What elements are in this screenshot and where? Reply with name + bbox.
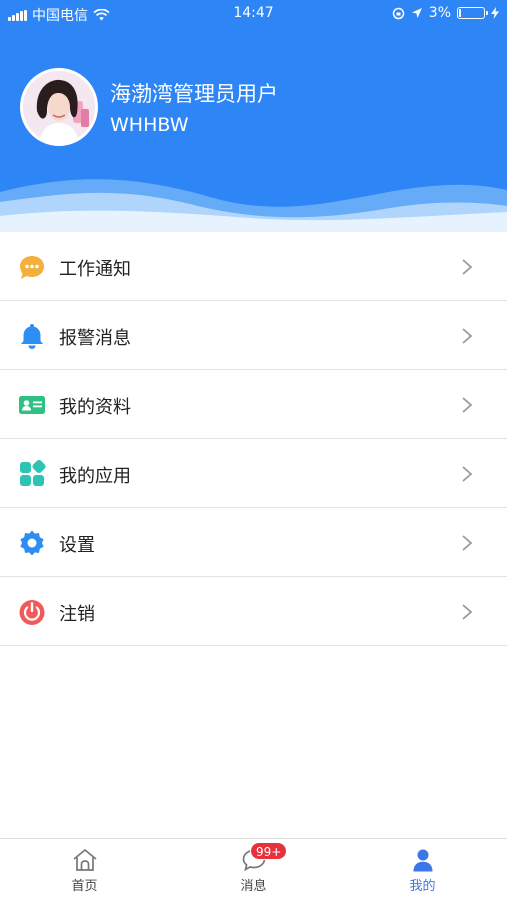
chat-bubble-icon: [20, 256, 44, 279]
bottom-tab-bar: 首页 99+ 消息 我的: [0, 838, 507, 900]
menu-item-label: 报警消息: [59, 328, 131, 349]
avatar[interactable]: [20, 68, 98, 146]
person-icon: [413, 849, 433, 872]
avatar-image: [23, 71, 95, 143]
menu-item-my-apps[interactable]: 我的应用: [0, 439, 507, 508]
chevron-right-icon: [462, 466, 473, 482]
menu-item-label: 我的资料: [59, 397, 131, 418]
menu-item-label: 设置: [59, 535, 95, 556]
tab-mine[interactable]: 我的: [338, 839, 507, 900]
profile-header: 中国电信 14:47 3% 海渤湾管理员用户 WHHBW: [0, 0, 507, 232]
charging-bolt-icon: [491, 7, 499, 19]
battery-percent: 3%: [428, 5, 451, 21]
tab-messages[interactable]: 99+ 消息: [169, 839, 338, 900]
menu-list: 工作通知 报警消息 我的资料 我的应用 设置 注销: [0, 232, 507, 646]
user-name: 海渤湾管理员用户: [110, 82, 278, 106]
id-card-icon: [19, 396, 45, 414]
bell-icon: [21, 324, 43, 349]
chevron-right-icon: [462, 397, 473, 413]
tab-home[interactable]: 首页: [0, 839, 169, 900]
status-bar: 中国电信 14:47 3%: [0, 0, 507, 28]
menu-item-label: 工作通知: [59, 259, 131, 280]
menu-item-label: 我的应用: [59, 466, 131, 487]
gear-icon: [20, 530, 44, 556]
chevron-right-icon: [462, 259, 473, 275]
tab-label: 首页: [71, 879, 98, 894]
menu-item-work-notice[interactable]: 工作通知: [0, 232, 507, 301]
menu-item-label: 注销: [59, 604, 95, 625]
menu-item-logout[interactable]: 注销: [0, 577, 507, 646]
battery-icon: [457, 7, 488, 19]
chevron-right-icon: [462, 535, 473, 551]
unread-badge: 99+: [250, 842, 288, 860]
apps-grid-icon: [20, 460, 46, 486]
orientation-lock-icon: [392, 7, 405, 19]
menu-item-alarm-messages[interactable]: 报警消息: [0, 301, 507, 370]
home-icon: [73, 849, 97, 871]
menu-item-my-profile[interactable]: 我的资料: [0, 370, 507, 439]
power-icon: [19, 600, 45, 625]
user-code: WHHBW: [110, 114, 189, 136]
chevron-right-icon: [462, 328, 473, 344]
location-arrow-icon: [411, 8, 422, 18]
chevron-right-icon: [462, 604, 473, 620]
header-wave-decoration: [0, 179, 507, 232]
menu-item-settings[interactable]: 设置: [0, 508, 507, 577]
tab-label: 消息: [240, 879, 267, 894]
tab-label: 我的: [409, 879, 436, 894]
